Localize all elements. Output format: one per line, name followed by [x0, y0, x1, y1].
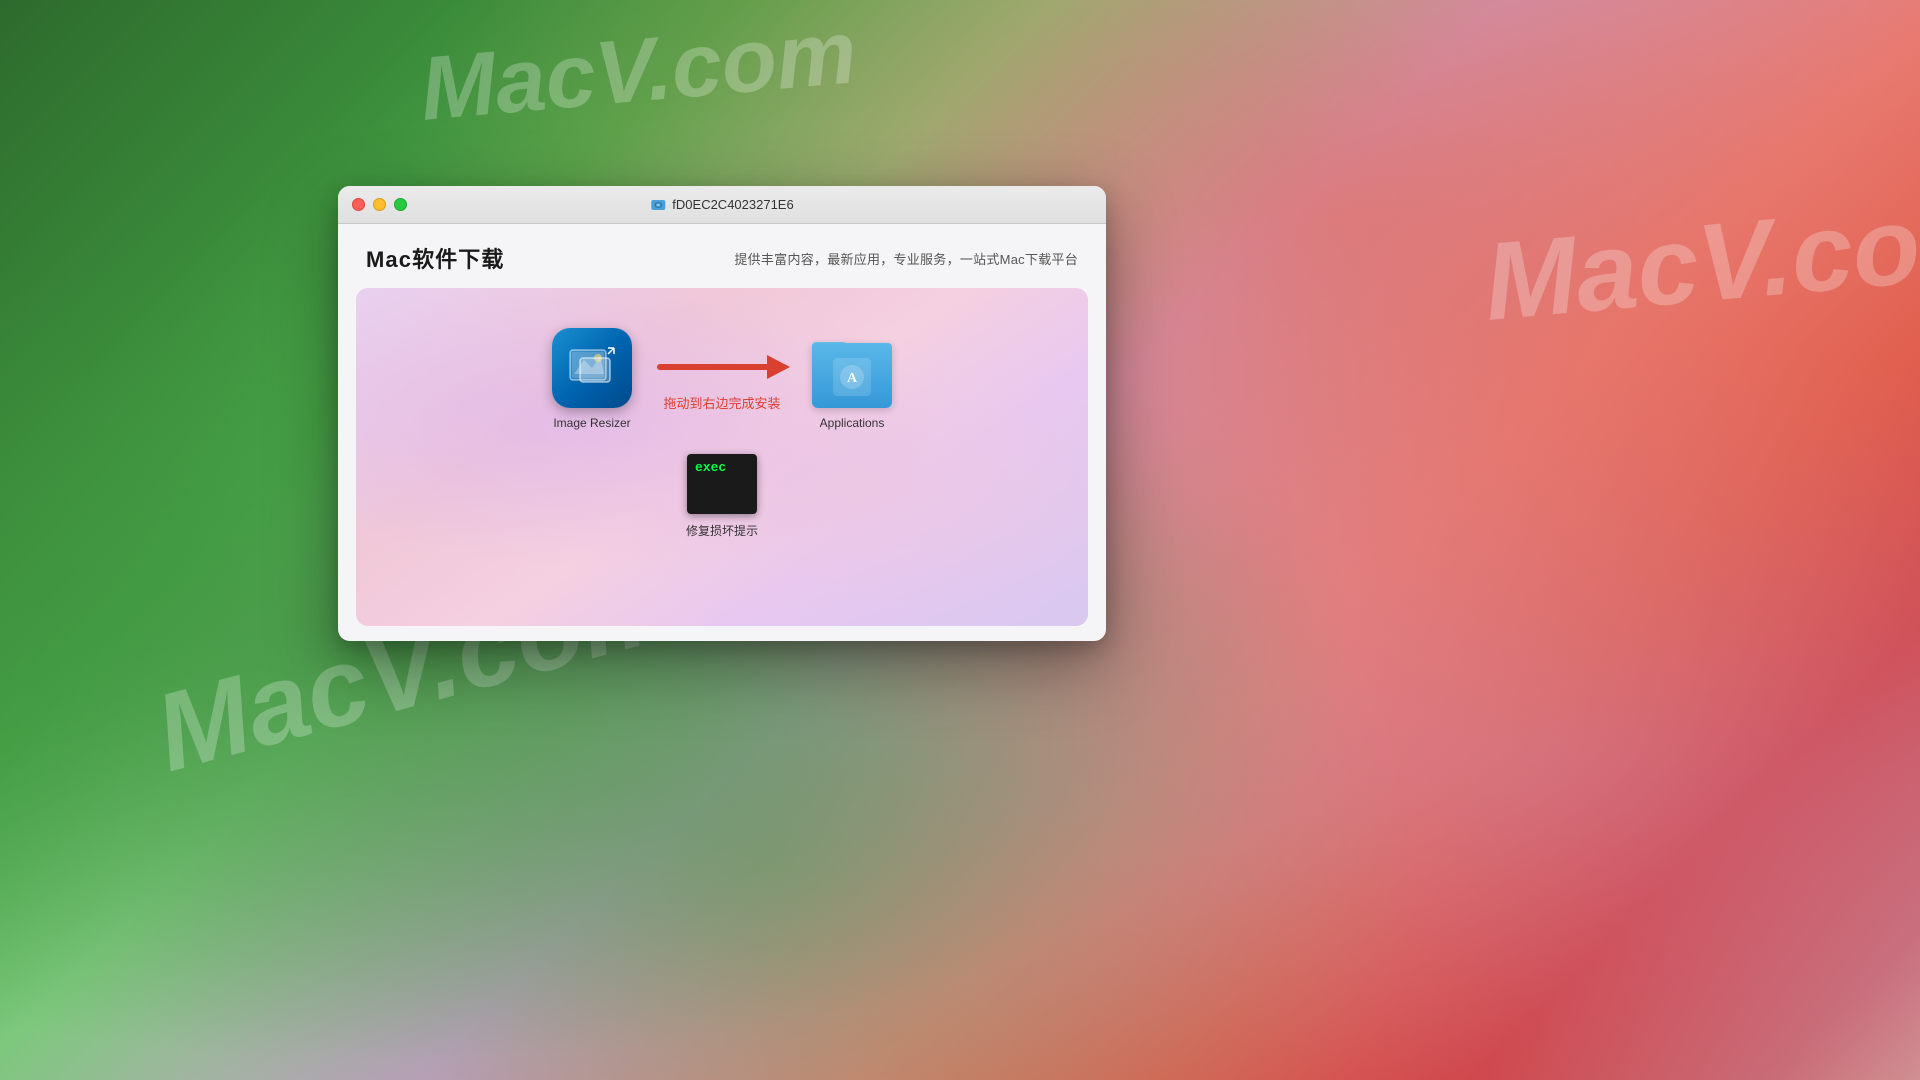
disk-image-icon	[650, 197, 666, 213]
exec-icon[interactable]: exec	[687, 454, 757, 514]
exec-text: exec	[695, 460, 726, 475]
app-name-label: Image Resizer	[553, 416, 630, 430]
folder-app-store-svg: A	[838, 363, 866, 391]
image-resizer-icon	[552, 328, 632, 408]
applications-folder-icon: A	[812, 328, 892, 408]
install-arrow-svg	[652, 347, 792, 387]
source-app-item[interactable]: Image Resizer	[552, 328, 632, 430]
window-title-area: fD0EC2C4023271E6	[650, 197, 793, 213]
svg-text:A: A	[847, 371, 858, 386]
site-subtitle: 提供丰富内容，最新应用，专业服务，一站式Mac下载平台	[734, 249, 1078, 268]
drag-hint-text: 拖动到右边完成安装	[663, 393, 780, 412]
maximize-button[interactable]	[394, 198, 407, 211]
folder-icon-center: A	[833, 358, 871, 396]
titlebar: fD0EC2C4023271E6	[338, 186, 1106, 224]
exec-section: exec 修复损坏提示	[686, 454, 758, 539]
site-title: Mac软件下载	[366, 242, 505, 274]
exec-label: 修复损坏提示	[686, 522, 758, 539]
minimize-button[interactable]	[373, 198, 386, 211]
window-title: fD0EC2C4023271E6	[672, 197, 793, 212]
close-button[interactable]	[352, 198, 365, 211]
window-header: Mac软件下载 提供丰富内容，最新应用，专业服务，一站式Mac下载平台	[338, 224, 1106, 288]
dmg-content-area: Image Resizer 拖动到右边完成安装	[356, 288, 1088, 626]
applications-label: Applications	[820, 416, 885, 430]
target-app-item[interactable]: A Applications	[812, 328, 892, 430]
install-arrow-area: 拖动到右边完成安装	[652, 347, 792, 412]
traffic-lights	[352, 198, 407, 211]
image-resizer-svg	[562, 338, 622, 398]
install-row: Image Resizer 拖动到右边完成安装	[552, 328, 892, 430]
folder-body: A	[812, 343, 892, 408]
applications-folder-wrapper: A	[812, 328, 892, 408]
installer-window: fD0EC2C4023271E6 Mac软件下载 提供丰富内容，最新应用，专业服…	[338, 186, 1106, 641]
app-icon-wrapper	[552, 328, 632, 408]
